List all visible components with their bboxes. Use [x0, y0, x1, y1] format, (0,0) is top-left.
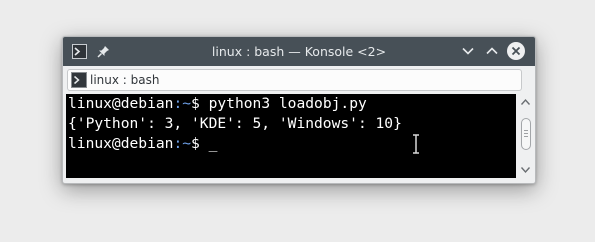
close-button[interactable]	[507, 42, 525, 60]
window-title: linux : bash — Konsole <2>	[211, 44, 387, 59]
chevron-up-icon	[486, 47, 498, 55]
konsole-window: linux : bash — Konsole <2> linux: bash …	[62, 36, 536, 184]
prompt-user: linux@debian	[68, 135, 174, 152]
tab-bar: linux : bash	[63, 66, 535, 94]
grip-line	[524, 133, 528, 134]
grip-line	[524, 130, 528, 131]
terminal-line-3: linux@debian:~$ _	[68, 134, 217, 154]
prompt-path: :~	[173, 95, 192, 112]
scroll-up-icon[interactable]	[520, 98, 531, 106]
scroll-handle[interactable]	[521, 118, 531, 150]
pin-icon[interactable]	[96, 44, 111, 59]
close-icon	[511, 46, 521, 56]
prompt-symbol: $	[191, 95, 200, 112]
maximize-button[interactable]	[483, 42, 501, 60]
ibeam-cursor-icon	[412, 134, 420, 154]
prompt-path: :~	[173, 135, 192, 152]
prompt-symbol: $	[191, 135, 200, 152]
terminal-line-1: linux@debian:~$ python3 loadobj.py	[68, 94, 367, 114]
terminal-icon	[71, 72, 87, 88]
command-output: {'Python': 3, 'KDE': 5, 'Windows': 10}	[68, 115, 402, 132]
scroll-down-icon[interactable]	[520, 166, 531, 174]
chevron-down-icon	[462, 47, 474, 55]
command-text: python3 loadobj.py	[208, 95, 367, 112]
konsole-icon[interactable]	[72, 44, 87, 59]
tab-label: linux : bash	[90, 73, 160, 87]
minimize-button[interactable]	[459, 42, 477, 60]
terminal-scrollbar[interactable]	[516, 94, 535, 178]
prompt-user: linux@debian	[68, 95, 174, 112]
grip-line	[524, 136, 528, 137]
title-bar[interactable]: linux : bash — Konsole <2>	[63, 37, 535, 66]
text-cursor: _	[208, 135, 218, 152]
tab-linux-bash[interactable]: linux : bash	[67, 69, 522, 91]
terminal-line-2: {'Python': 3, 'KDE': 5, 'Windows': 10}	[68, 114, 402, 134]
terminal-area[interactable]: linux@debian:~$ python3 loadobj.py {'Pyt…	[66, 94, 516, 178]
